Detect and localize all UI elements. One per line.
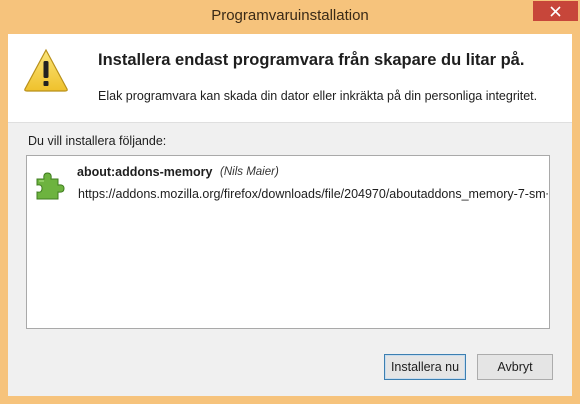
window-title: Programvaruinstallation: [211, 7, 369, 24]
warning-heading: Installera endast programvara från skapa…: [98, 51, 525, 69]
puzzle-piece-icon: [36, 172, 65, 200]
list-item[interactable]: about:addons-memory (Nils Maier) https:/…: [27, 156, 549, 204]
addon-url: https://addons.mozilla.org/firefox/downl…: [78, 187, 548, 201]
title-bar[interactable]: Programvaruinstallation: [0, 0, 580, 34]
addon-list[interactable]: about:addons-memory (Nils Maier) https:/…: [26, 155, 550, 329]
dialog-window: Programvaruinstallation Installera endas…: [0, 0, 580, 404]
close-button[interactable]: [533, 1, 578, 21]
close-icon: [550, 5, 561, 17]
dialog-content: Installera endast programvara från skapa…: [8, 34, 572, 396]
install-list-label: Du vill installera följande:: [28, 134, 167, 148]
addon-author: (Nils Maier): [220, 166, 279, 178]
warning-subtext: Elak programvara kan skada din dator ell…: [98, 89, 538, 103]
cancel-button[interactable]: Avbryt: [477, 354, 553, 380]
install-now-button[interactable]: Installera nu: [384, 354, 466, 380]
warning-icon: [24, 48, 68, 92]
warning-header: Installera endast programvara från skapa…: [8, 34, 572, 123]
addon-name: about:addons-memory: [77, 165, 213, 179]
